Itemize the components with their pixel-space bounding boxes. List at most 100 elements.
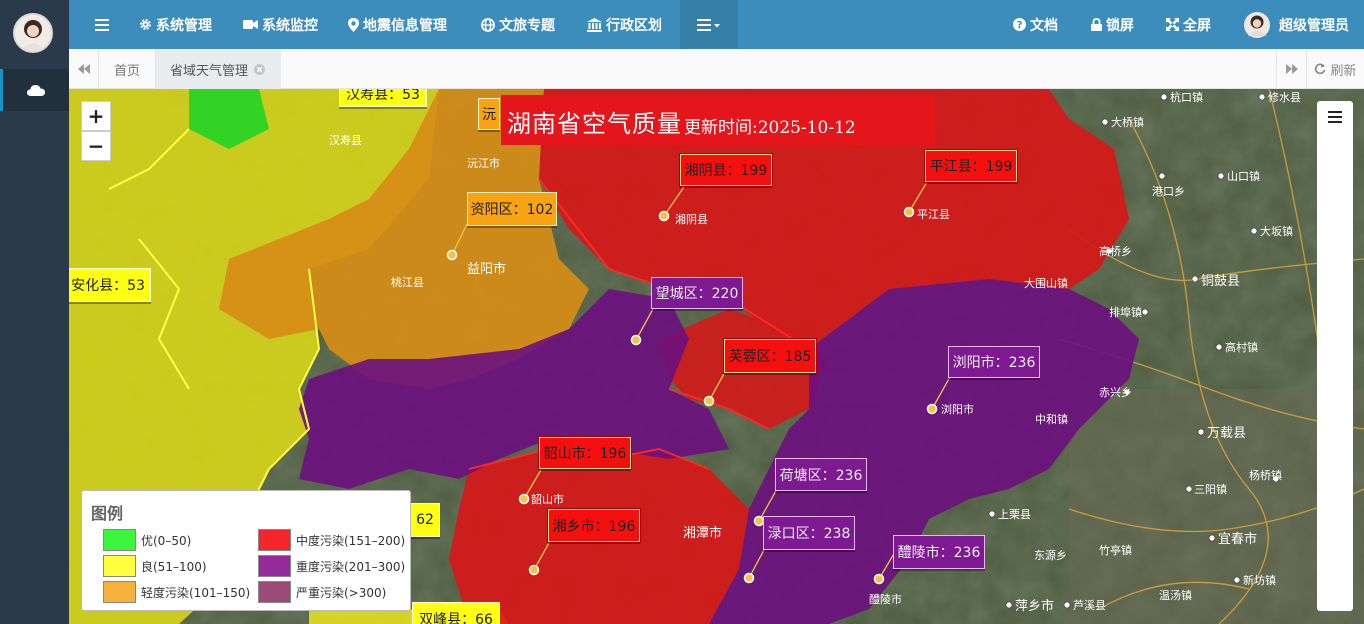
district-label-hanshou[interactable]: 汉寿县：53 [339,89,427,107]
menu-more-dropdown[interactable] [680,0,738,49]
district-label-shuangfeng[interactable]: 双峰县：66 [412,602,500,624]
place-name: 中和镇 [1035,412,1068,426]
legend-swatch [103,581,136,603]
legend-swatch [103,529,136,551]
bank-icon [587,17,602,32]
gear-icon [140,19,151,30]
menu-label: 地震信息管理 [363,17,447,34]
menu-culture-tourism[interactable]: 文旅专题 [481,0,555,49]
layer-control-panel[interactable] [1317,101,1353,611]
place-name: 山口镇 [1227,169,1260,183]
menu-label: 系统管理 [156,17,212,34]
refresh-icon [1315,63,1326,75]
district-label-liling[interactable]: 醴陵市：236 [893,535,985,569]
tab-home[interactable]: 首页 [99,49,156,89]
district-label-lukou[interactable]: 渌口区：238 [763,516,855,550]
place-name: 湘阴县 [675,212,708,226]
legend-item-excellent: 优(0–50) [103,529,191,551]
video-camera-icon [243,20,258,29]
legend-title: 图例 [91,504,124,523]
legend-item-moderate: 中度污染(151–200) [258,529,405,551]
place-name: 万载县 [1207,426,1246,441]
district-label-anhua[interactable]: 安化县：53 [69,268,151,302]
zoom-in-button[interactable]: + [81,101,111,131]
close-circle-icon[interactable] [254,63,266,75]
district-label-ziyang[interactable]: 资阳区：102 [467,192,557,226]
sidebar-item-weather[interactable] [0,69,69,111]
menu-administrative-division[interactable]: 行政区划 [587,0,662,49]
place-name: 桃江县 [391,275,424,289]
district-label-furong[interactable]: 芙蓉区：185 [723,338,817,374]
legend-swatch [103,555,136,577]
cloud-icon [27,85,45,96]
legend-swatch [258,581,291,603]
tab-province-weather[interactable]: 省域天气管理 [156,49,281,89]
top-navbar: 系统管理 系统监控 地震信息管理 文旅专题 行政区划 ? 文档 锁屏 全屏 超级… [69,0,1364,49]
lock-screen-button[interactable]: 锁屏 [1091,0,1134,49]
place-name: 大坂镇 [1260,224,1293,238]
legend-item-light: 轻度污染(101–150) [103,581,250,603]
legend-item-heavy: 重度污染(201–300) [258,555,405,577]
legend-item-severe: 严重污染(>300) [258,581,386,603]
menu-label: 文旅专题 [499,17,555,34]
place-name: 大围山镇 [1024,276,1068,290]
district-label-pingjiang[interactable]: 平江县：199 [924,149,1018,183]
place-name: 赤兴乡 [1099,386,1132,399]
district-label-xiangxiang[interactable]: 湘乡市：196 [547,508,641,543]
expand-arrows-icon [1166,18,1179,31]
place-name: 湘潭市 [683,525,722,541]
menu-earthquake-info[interactable]: 地震信息管理 [348,0,447,49]
tab-bar: 首页 省域天气管理 刷新 [69,49,1364,89]
avatar[interactable] [13,13,53,53]
tab-scroll-right-button[interactable] [1276,49,1306,89]
map-title-banner: 湖南省空气质量 更新时间:2025-10-12 [501,95,935,145]
place-name: 浏阳市 [941,402,974,416]
district-label-liuyang[interactable]: 浏阳市：236 [948,346,1040,378]
place-name: 东源乡 [1034,548,1067,562]
place-name: 汉寿县 [329,133,362,147]
map-pin-icon [348,17,359,32]
district-label-shaoshan[interactable]: 韶山市：196 [538,436,632,470]
list-dropdown-icon [697,18,720,31]
fullscreen-button[interactable]: 全屏 [1166,0,1211,49]
refresh-label: 刷新 [1330,63,1357,79]
map-view[interactable]: 杭口镇 修水县 大桥镇 港口乡 山口镇 大坂镇 高桥乡 铜鼓县 排埠镇 高村镇 … [69,89,1364,624]
legend-swatch [258,529,291,551]
user-menu[interactable]: 超级管理员 [1244,0,1349,49]
place-name: 修水县 [1268,90,1301,104]
district-label-yuanjiang[interactable]: 沅 [478,98,500,130]
tab-scroll-left-button[interactable] [69,49,99,89]
place-name: 高村镇 [1225,340,1258,354]
place-name: 铜鼓县 [1201,274,1240,289]
legend-label: 轻度污染(101–150) [141,585,251,600]
map-title: 湖南省空气质量 [507,110,682,138]
sidebar [0,0,69,624]
place-name: 新坊镇 [1243,573,1276,587]
legend-label: 严重污染(>300) [296,585,387,600]
place-name: 大桥镇 [1111,115,1144,129]
legend-item-good: 良(51–100) [103,555,207,577]
docs-link[interactable]: ? 文档 [1013,0,1058,49]
district-label-wangcheng[interactable]: 望城区：220 [651,277,743,309]
map-update-time: 更新时间:2025-10-12 [684,118,856,138]
legend-swatch [258,555,291,577]
place-name: 沅江市 [467,156,500,170]
place-name: 港口乡 [1152,185,1185,198]
legend-label: 重度污染(201–300) [296,559,406,574]
legend-label: 中度污染(151–200) [296,533,406,548]
place-name: 醴陵市 [869,592,902,606]
menu-system-monitor[interactable]: 系统监控 [243,0,318,49]
sidebar-toggle-button[interactable] [95,0,109,49]
fullscreen-label: 全屏 [1183,17,1211,34]
place-name: 杭口镇 [1170,90,1203,104]
legend-label: 良(51–100) [141,559,207,574]
zoom-out-button[interactable]: − [81,131,111,161]
lock-icon [1091,18,1102,31]
district-label-xiangyin[interactable]: 湘阴县：199 [679,153,773,187]
menu-system-management[interactable]: 系统管理 [139,0,212,49]
district-label-partial[interactable]: 62 [410,503,440,537]
refresh-button[interactable]: 刷新 [1306,49,1364,89]
avatar [1244,11,1270,38]
menu-icon[interactable] [1328,111,1342,123]
district-label-hetang[interactable]: 荷塘区：236 [775,458,867,491]
